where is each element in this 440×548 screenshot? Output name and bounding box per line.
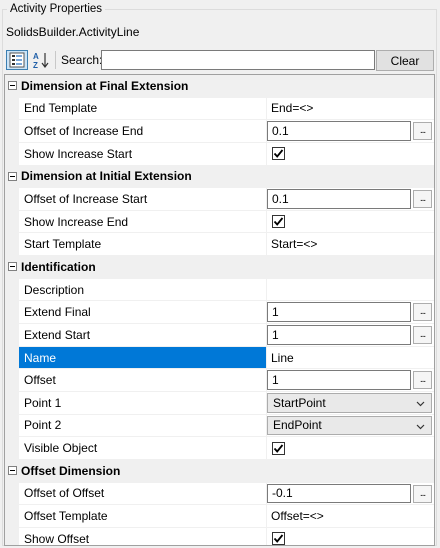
property-name: Show Increase End — [19, 210, 267, 233]
property-name: Offset Template — [19, 505, 267, 527]
collapse-icon[interactable] — [5, 460, 19, 482]
property-row-point2[interactable]: Point 2 EndPoint — [5, 414, 434, 438]
property-value[interactable]: Start=<> — [267, 233, 434, 255]
chevron-down-icon — [416, 401, 425, 407]
property-row-offset-of-offset[interactable]: Offset of Offset -0.1 ... — [5, 482, 434, 506]
category-title: Dimension at Initial Extension — [21, 169, 192, 184]
property-row-offset[interactable]: Offset 1 ... — [5, 369, 434, 392]
category-offset-dimension[interactable]: Offset Dimension — [5, 459, 434, 483]
property-name: Extend Final — [19, 301, 267, 324]
ellipsis-button[interactable]: ... — [413, 190, 432, 209]
categorized-view-icon — [9, 52, 25, 68]
category-title: Identification — [21, 259, 96, 274]
show-offset-checkbox[interactable] — [272, 532, 285, 545]
extend-start-input[interactable]: 1 — [267, 325, 411, 345]
show-increase-start-checkbox[interactable] — [272, 147, 285, 161]
property-row-start-template[interactable]: Start Template Start=<> — [5, 233, 434, 257]
property-value[interactable] — [267, 279, 434, 301]
selected-object-name: SolidsBuilder.ActivityLine — [6, 25, 140, 39]
property-row-offset-increase-start[interactable]: Offset of Increase Start 0.1 ... — [5, 188, 434, 211]
property-row-extend-final[interactable]: Extend Final 1 ... — [5, 301, 434, 325]
categorized-view-button[interactable] — [6, 50, 28, 70]
property-row-show-increase-end[interactable]: Show Increase End — [5, 210, 434, 234]
clear-button[interactable]: Clear — [376, 50, 434, 71]
property-grid-toolbar: A Z Search: Clear — [4, 48, 436, 72]
svg-text:A: A — [33, 52, 39, 61]
point2-dropdown[interactable]: EndPoint — [267, 415, 432, 436]
property-row-offset-template[interactable]: Offset Template Offset=<> — [5, 505, 434, 528]
property-name: Start Template — [19, 233, 267, 256]
search-input[interactable] — [101, 50, 375, 70]
property-row-extend-start[interactable]: Extend Start 1 ... — [5, 324, 434, 347]
category-dimension-final-extension[interactable]: Dimension at Final Extension — [5, 75, 434, 98]
offset-increase-start-input[interactable]: 0.1 — [267, 189, 411, 209]
property-name: Offset of Increase Start — [19, 188, 267, 210]
property-name: Show Increase Start — [19, 142, 267, 165]
property-name: Name — [19, 346, 267, 369]
dropdown-value: EndPoint — [273, 418, 322, 433]
offset-increase-end-input[interactable]: 0.1 — [267, 121, 411, 141]
ellipsis-button[interactable]: ... — [413, 303, 432, 322]
point1-dropdown[interactable]: StartPoint — [267, 392, 432, 413]
property-name: Offset of Offset — [19, 482, 267, 505]
chevron-down-icon — [416, 424, 425, 429]
category-title: Dimension at Final Extension — [21, 78, 189, 93]
property-row-show-offset[interactable]: Show Offset — [5, 527, 434, 545]
category-dimension-initial-extension[interactable]: Dimension at Initial Extension — [5, 165, 434, 189]
property-row-name[interactable]: Name Line — [5, 346, 434, 370]
property-name: Point 1 — [19, 391, 267, 414]
property-value[interactable]: End=<> — [267, 98, 434, 120]
groupbox-title: Activity Properties — [7, 2, 106, 16]
collapse-icon[interactable] — [5, 166, 19, 188]
offset-input[interactable]: 1 — [267, 370, 411, 390]
category-identification[interactable]: Identification — [5, 256, 434, 279]
ellipsis-button[interactable]: ... — [413, 122, 432, 141]
visible-object-checkbox[interactable] — [272, 441, 285, 455]
toolbar-separator — [55, 51, 56, 69]
property-row-description[interactable]: Description — [5, 278, 434, 302]
property-name: End Template — [19, 97, 267, 120]
ellipsis-button[interactable]: ... — [413, 371, 432, 390]
collapse-icon[interactable] — [5, 256, 19, 278]
check-icon — [273, 534, 284, 544]
property-grid: Dimension at Final Extension End Templat… — [4, 74, 435, 546]
property-value[interactable]: Offset=<> — [267, 505, 434, 527]
collapse-icon[interactable] — [5, 75, 19, 97]
show-increase-end-checkbox[interactable] — [272, 215, 285, 229]
category-title: Offset Dimension — [21, 463, 121, 478]
sort-alpha-icon: A Z — [33, 52, 49, 69]
property-row-offset-increase-end[interactable]: Offset of Increase End 0.1 ... — [5, 120, 434, 143]
property-row-show-increase-start[interactable]: Show Increase Start — [5, 142, 434, 166]
property-row-point1[interactable]: Point 1 StartPoint — [5, 391, 434, 415]
svg-text:Z: Z — [33, 61, 38, 69]
dropdown-value: StartPoint — [273, 395, 326, 410]
extend-final-input[interactable]: 1 — [267, 302, 411, 323]
check-icon — [273, 149, 284, 159]
property-row-end-template[interactable]: End Template End=<> — [5, 97, 434, 121]
search-label: Search: — [61, 53, 103, 67]
ellipsis-button[interactable]: ... — [413, 484, 432, 503]
alphabetical-view-button[interactable]: A Z — [30, 50, 52, 70]
property-name: Offset — [19, 369, 267, 391]
property-name: Extend Start — [19, 324, 267, 346]
property-name: Description — [19, 278, 267, 301]
property-value[interactable]: Line — [267, 347, 434, 369]
property-name: Show Offset — [19, 527, 267, 545]
offset-of-offset-input[interactable]: -0.1 — [267, 483, 411, 504]
ellipsis-button[interactable]: ... — [413, 326, 432, 345]
check-icon — [273, 217, 284, 227]
property-row-visible-object[interactable]: Visible Object — [5, 437, 434, 460]
property-name: Offset of Increase End — [19, 120, 267, 142]
property-name: Point 2 — [19, 414, 267, 437]
check-icon — [273, 443, 284, 453]
property-name: Visible Object — [19, 437, 267, 459]
